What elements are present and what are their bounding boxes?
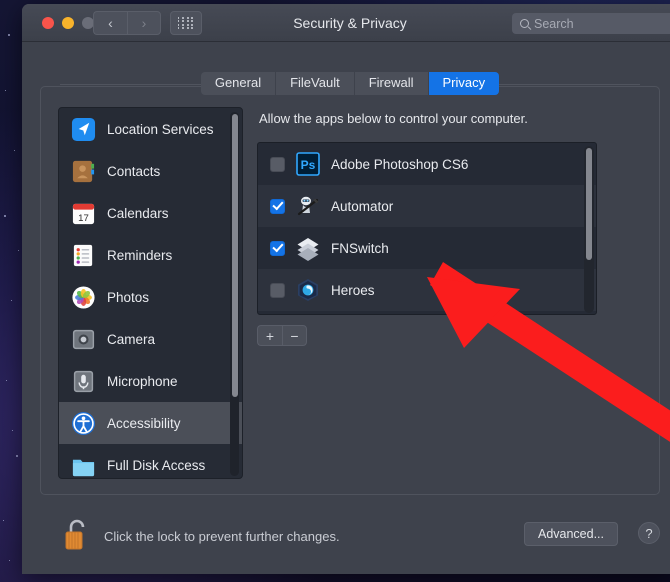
allow-apps-description: Allow the apps below to control your com… <box>259 111 528 126</box>
tab-strip: General FileVault Firewall Privacy <box>200 72 500 95</box>
add-app-button[interactable]: + <box>257 325 282 346</box>
app-list-scrollbar[interactable] <box>584 146 594 313</box>
sidebar-item-reminders[interactable]: Reminders <box>59 234 242 276</box>
app-list-row[interactable]: Heroes <box>258 269 596 311</box>
svg-text:17: 17 <box>78 213 89 224</box>
app-checkbox[interactable] <box>270 198 285 214</box>
heroes-icon <box>295 277 321 303</box>
camera-icon <box>71 327 96 352</box>
sidebar-item-location-services[interactable]: Location Services <box>59 108 242 150</box>
app-checkbox[interactable] <box>270 240 285 256</box>
automator-icon <box>295 193 321 219</box>
sidebar-item-label: Reminders <box>107 247 173 263</box>
app-list-row[interactable]: Ps Adobe Photoshop CS6 <box>258 143 596 185</box>
sidebar-item-full-disk-access[interactable]: Full Disk Access <box>59 444 242 478</box>
sidebar-scrollbar-thumb[interactable] <box>231 114 238 397</box>
sidebar-item-microphone[interactable]: Microphone <box>59 360 242 402</box>
full-disk-access-icon <box>71 453 96 478</box>
sidebar-item-photos[interactable]: Photos <box>59 276 242 318</box>
allowed-apps-list[interactable]: Ps Adobe Photoshop CS6 Automator FNSwitch He… <box>257 142 597 315</box>
search-icon <box>520 19 529 28</box>
sidebar-item-camera[interactable]: Camera <box>59 318 242 360</box>
security-privacy-window: ‹ › Security & Privacy Search General Fil… <box>22 4 670 574</box>
sidebar-item-contacts[interactable]: Contacts <box>59 150 242 192</box>
sidebar-item-label: Calendars <box>107 205 169 221</box>
microphone-icon <box>71 369 96 394</box>
app-list-row-partial[interactable] <box>258 311 596 314</box>
advanced-button[interactable]: Advanced... <box>523 522 618 546</box>
accessibility-pane: Allow the apps below to control your com… <box>257 101 645 346</box>
window-titlebar: ‹ › Security & Privacy Search <box>22 4 670 42</box>
app-name: Automator <box>331 198 394 214</box>
app-name: Adobe Photoshop CS6 <box>331 156 469 172</box>
sidebar-item-label: Photos <box>107 289 150 305</box>
add-remove-buttons: + − <box>257 325 645 346</box>
sidebar-item-label: Microphone <box>107 373 178 389</box>
app-checkbox[interactable] <box>270 282 285 298</box>
sidebar-item-label: Full Disk Access <box>107 457 206 473</box>
content-panel: Location Services Contacts 17 Calendars Remi… <box>40 86 660 495</box>
remove-app-button[interactable]: − <box>282 325 307 346</box>
privacy-category-sidebar[interactable]: Location Services Contacts 17 Calendars Remi… <box>58 107 243 479</box>
help-button[interactable]: ? <box>638 522 660 544</box>
sidebar-item-label: Location Services <box>107 121 214 137</box>
sidebar-item-accessibility[interactable]: Accessibility <box>59 402 242 444</box>
sidebar-item-label: Accessibility <box>107 415 181 431</box>
accessibility-icon <box>71 411 96 436</box>
tab-filevault[interactable]: FileVault <box>276 72 355 95</box>
svg-text:Ps: Ps <box>301 158 316 172</box>
photoshop-icon: Ps <box>295 151 321 177</box>
app-list-row[interactable]: FNSwitch <box>258 227 596 269</box>
search-input[interactable]: Search <box>512 13 670 34</box>
bottom-bar: Click the lock to prevent further change… <box>22 509 670 574</box>
app-list-row[interactable]: Automator <box>258 185 596 227</box>
search-placeholder: Search <box>534 16 574 31</box>
contacts-icon <box>71 159 96 184</box>
tab-privacy[interactable]: Privacy <box>428 72 500 95</box>
sidebar-item-label: Camera <box>107 331 156 347</box>
sidebar-item-calendars[interactable]: 17 Calendars <box>59 192 242 234</box>
app-checkbox[interactable] <box>270 156 285 172</box>
sidebar-item-label: Contacts <box>107 163 161 179</box>
app-name: Heroes <box>331 282 375 298</box>
tab-general[interactable]: General <box>200 72 277 95</box>
lock-icon[interactable] <box>64 519 90 551</box>
fnswitch-icon <box>295 235 321 261</box>
tab-firewall[interactable]: Firewall <box>354 72 429 95</box>
reminders-icon <box>71 243 96 268</box>
lock-hint-text: Click the lock to prevent further change… <box>104 529 340 544</box>
sidebar-scrollbar[interactable] <box>230 112 239 476</box>
photos-icon <box>71 285 96 310</box>
app-name: FNSwitch <box>331 240 389 256</box>
app-list-scrollbar-thumb[interactable] <box>586 148 592 260</box>
location-services-icon <box>71 117 96 142</box>
calendars-icon: 17 <box>71 201 96 226</box>
